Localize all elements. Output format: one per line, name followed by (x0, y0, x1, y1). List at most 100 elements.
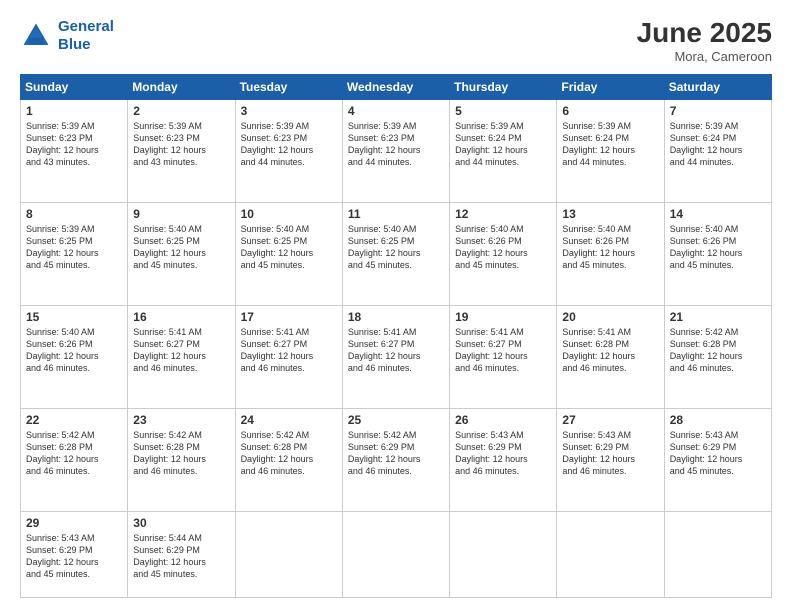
day-number: 3 (241, 104, 337, 118)
calendar-cell: 3 Sunrise: 5:39 AM Sunset: 6:23 PM Daylig… (235, 99, 342, 202)
calendar-cell: 1Sunrise: 5:39 AM Sunset: 6:23 PM Daylig… (21, 99, 128, 202)
col-header-friday: Friday (557, 74, 664, 99)
calendar-cell (342, 511, 449, 597)
page: General Blue June 2025 Mora, Cameroon Su… (0, 0, 792, 612)
cell-info: Sunrise: 5:41 AM Sunset: 6:27 PM Dayligh… (241, 326, 337, 375)
day-number: 27 (562, 413, 658, 427)
cell-info: Sunrise: 5:39 AM Sunset: 6:23 PM Dayligh… (241, 120, 337, 169)
logo-line2: Blue (58, 36, 91, 53)
calendar-cell: 20 Sunrise: 5:41 AM Sunset: 6:28 PM Dayli… (557, 305, 664, 408)
calendar-cell: 18 Sunrise: 5:41 AM Sunset: 6:27 PM Dayli… (342, 305, 449, 408)
cell-info: Sunrise: 5:43 AM Sunset: 6:29 PM Dayligh… (562, 429, 658, 478)
col-header-saturday: Saturday (664, 74, 771, 99)
cell-info: Sunrise: 5:42 AM Sunset: 6:29 PM Dayligh… (348, 429, 444, 478)
cell-info: Sunrise: 5:42 AM Sunset: 6:28 PM Dayligh… (133, 429, 229, 478)
day-number: 7 (670, 104, 766, 118)
cell-info: Sunrise: 5:42 AM Sunset: 6:28 PM Dayligh… (241, 429, 337, 478)
calendar-cell (235, 511, 342, 597)
day-number: 9 (133, 207, 229, 221)
calendar-header-row: SundayMondayTuesdayWednesdayThursdayFrid… (21, 74, 772, 99)
calendar-week-1: 1 Sunrise: 5:39 AM Sunset: 6:23 PM Daylig… (21, 99, 772, 202)
calendar-cell: 22Sunrise: 5:42 AM Sunset: 6:28 PM Dayli… (21, 408, 128, 511)
cell-info: Sunrise: 5:39 AM Sunset: 6:24 PM Dayligh… (455, 120, 551, 169)
calendar-week-3: 15Sunrise: 5:40 AM Sunset: 6:26 PM Dayli… (21, 305, 772, 408)
col-header-tuesday: Tuesday (235, 74, 342, 99)
col-header-monday: Monday (128, 74, 235, 99)
cell-info: Sunrise: 5:41 AM Sunset: 6:27 PM Dayligh… (455, 326, 551, 375)
day-number: 25 (348, 413, 444, 427)
cell-info: Sunrise: 5:39 AM Sunset: 6:25 PM Dayligh… (26, 223, 122, 272)
calendar-cell: 17 Sunrise: 5:41 AM Sunset: 6:27 PM Dayli… (235, 305, 342, 408)
calendar-cell (557, 511, 664, 597)
calendar-cell: 15Sunrise: 5:40 AM Sunset: 6:26 PM Dayli… (21, 305, 128, 408)
cell-info: Sunrise: 5:43 AM Sunset: 6:29 PM Dayligh… (26, 532, 122, 581)
day-number: 24 (241, 413, 337, 427)
calendar-cell: 6Sunrise: 5:39 AM Sunset: 6:24 PM Daylig… (557, 99, 664, 202)
col-header-sunday: Sunday (21, 74, 128, 99)
cell-info: Sunrise: 5:39 AM Sunset: 6:23 PM Dayligh… (133, 120, 229, 169)
logo-line1: General (58, 18, 114, 35)
day-number: 20 (562, 310, 658, 324)
month-title: June 2025 (637, 18, 772, 49)
day-number: 12 (455, 207, 551, 221)
cell-info: Sunrise: 5:43 AM Sunset: 6:29 PM Dayligh… (670, 429, 766, 478)
calendar-cell: 19Sunrise: 5:41 AM Sunset: 6:27 PM Dayli… (450, 305, 557, 408)
day-number: 11 (348, 207, 444, 221)
cell-info: Sunrise: 5:39 AM Sunset: 6:23 PM Dayligh… (348, 120, 444, 169)
day-number: 18 (348, 310, 444, 324)
cell-info: Sunrise: 5:41 AM Sunset: 6:27 PM Dayligh… (133, 326, 229, 375)
day-number: 21 (670, 310, 766, 324)
cell-info: Sunrise: 5:41 AM Sunset: 6:28 PM Dayligh… (562, 326, 658, 375)
day-number: 16 (133, 310, 229, 324)
calendar-cell: 13 Sunrise: 5:40 AM Sunset: 6:26 PM Dayli… (557, 202, 664, 305)
cell-info: Sunrise: 5:39 AM Sunset: 6:24 PM Dayligh… (670, 120, 766, 169)
calendar-week-2: 8 Sunrise: 5:39 AM Sunset: 6:25 PM Daylig… (21, 202, 772, 305)
col-header-thursday: Thursday (450, 74, 557, 99)
title-block: June 2025 Mora, Cameroon (637, 18, 772, 64)
calendar-cell: 5Sunrise: 5:39 AM Sunset: 6:24 PM Daylig… (450, 99, 557, 202)
cell-info: Sunrise: 5:40 AM Sunset: 6:25 PM Dayligh… (241, 223, 337, 272)
logo: General Blue (20, 18, 114, 54)
calendar-cell: 24 Sunrise: 5:42 AM Sunset: 6:28 PM Dayli… (235, 408, 342, 511)
calendar-cell: 10 Sunrise: 5:40 AM Sunset: 6:25 PM Dayli… (235, 202, 342, 305)
cell-info: Sunrise: 5:42 AM Sunset: 6:28 PM Dayligh… (670, 326, 766, 375)
day-number: 4 (348, 104, 444, 118)
calendar-cell: 28Sunrise: 5:43 AM Sunset: 6:29 PM Dayli… (664, 408, 771, 511)
header: General Blue June 2025 Mora, Cameroon (20, 18, 772, 64)
calendar-table: SundayMondayTuesdayWednesdayThursdayFrid… (20, 74, 772, 598)
calendar-cell: 14Sunrise: 5:40 AM Sunset: 6:26 PM Dayli… (664, 202, 771, 305)
day-number: 13 (562, 207, 658, 221)
day-number: 8 (26, 207, 122, 221)
cell-info: Sunrise: 5:40 AM Sunset: 6:26 PM Dayligh… (670, 223, 766, 272)
col-header-wednesday: Wednesday (342, 74, 449, 99)
calendar-cell: 2Sunrise: 5:39 AM Sunset: 6:23 PM Daylig… (128, 99, 235, 202)
day-number: 23 (133, 413, 229, 427)
cell-info: Sunrise: 5:44 AM Sunset: 6:29 PM Dayligh… (133, 532, 229, 581)
calendar-cell: 12Sunrise: 5:40 AM Sunset: 6:26 PM Dayli… (450, 202, 557, 305)
day-number: 1 (26, 104, 122, 118)
calendar-cell: 25 Sunrise: 5:42 AM Sunset: 6:29 PM Dayli… (342, 408, 449, 511)
calendar-cell (664, 511, 771, 597)
calendar-cell: 23 Sunrise: 5:42 AM Sunset: 6:28 PM Dayli… (128, 408, 235, 511)
calendar-week-5: 29Sunrise: 5:43 AM Sunset: 6:29 PM Dayli… (21, 511, 772, 597)
cell-info: Sunrise: 5:40 AM Sunset: 6:25 PM Dayligh… (133, 223, 229, 272)
calendar-cell: 16 Sunrise: 5:41 AM Sunset: 6:27 PM Dayli… (128, 305, 235, 408)
calendar-cell (450, 511, 557, 597)
day-number: 17 (241, 310, 337, 324)
calendar-cell: 21 Sunrise: 5:42 AM Sunset: 6:28 PM Dayli… (664, 305, 771, 408)
calendar-cell: 9 Sunrise: 5:40 AM Sunset: 6:25 PM Daylig… (128, 202, 235, 305)
calendar-cell: 11 Sunrise: 5:40 AM Sunset: 6:25 PM Dayli… (342, 202, 449, 305)
calendar-cell: 4 Sunrise: 5:39 AM Sunset: 6:23 PM Daylig… (342, 99, 449, 202)
cell-info: Sunrise: 5:42 AM Sunset: 6:28 PM Dayligh… (26, 429, 122, 478)
logo-icon (20, 20, 52, 52)
location: Mora, Cameroon (637, 49, 772, 64)
cell-info: Sunrise: 5:40 AM Sunset: 6:25 PM Dayligh… (348, 223, 444, 272)
calendar-cell: 29Sunrise: 5:43 AM Sunset: 6:29 PM Dayli… (21, 511, 128, 597)
cell-info: Sunrise: 5:40 AM Sunset: 6:26 PM Dayligh… (562, 223, 658, 272)
calendar-cell: 26Sunrise: 5:43 AM Sunset: 6:29 PM Dayli… (450, 408, 557, 511)
cell-info: Sunrise: 5:39 AM Sunset: 6:24 PM Dayligh… (562, 120, 658, 169)
day-number: 10 (241, 207, 337, 221)
cell-info: Sunrise: 5:41 AM Sunset: 6:27 PM Dayligh… (348, 326, 444, 375)
calendar-cell: 30Sunrise: 5:44 AM Sunset: 6:29 PM Dayli… (128, 511, 235, 597)
logo-text: General Blue (58, 18, 114, 54)
